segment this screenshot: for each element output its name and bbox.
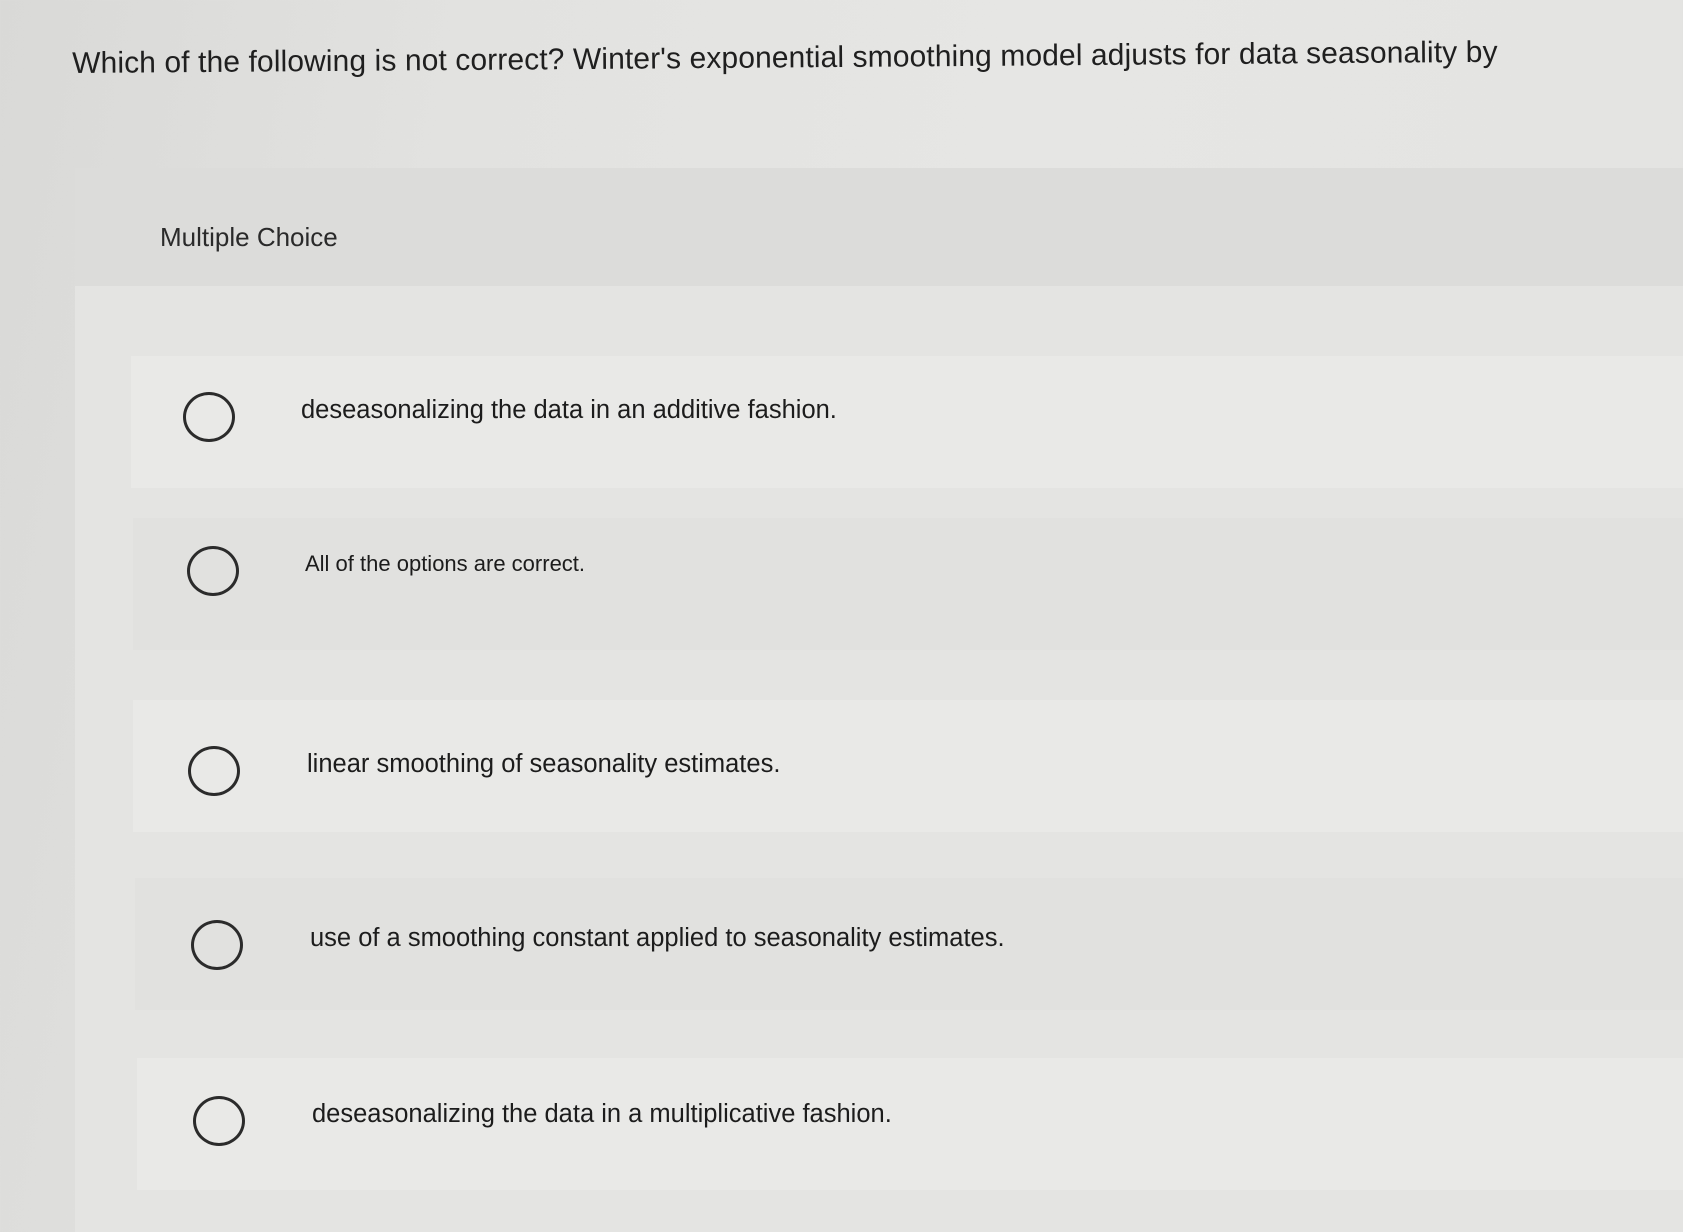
radio-button-icon[interactable]	[191, 920, 243, 970]
radio-button-icon[interactable]	[188, 746, 240, 796]
answer-option-label[interactable]: linear smoothing of seasonality estimate…	[307, 750, 780, 779]
radio-button-icon[interactable]	[183, 392, 235, 442]
radio-button-icon[interactable]	[193, 1096, 245, 1146]
answer-option-4[interactable]: use of a smoothing constant applied to s…	[135, 878, 1683, 1010]
answer-option-label[interactable]: deseasonalizing the data in a multiplica…	[312, 1100, 892, 1129]
multiple-choice-header: Multiple Choice	[75, 168, 1683, 286]
answer-option-label[interactable]: use of a smoothing constant applied to s…	[310, 924, 1005, 953]
question-text: Which of the following is not correct? W…	[72, 35, 1498, 80]
multiple-choice-label: Multiple Choice	[160, 222, 338, 252]
answer-option-label[interactable]: deseasonalizing the data in an additive …	[301, 396, 837, 425]
answer-option-1[interactable]: deseasonalizing the data in an additive …	[131, 356, 1683, 488]
radio-button-icon[interactable]	[187, 546, 239, 596]
answer-option-2[interactable]: All of the options are correct.	[133, 518, 1683, 650]
answer-option-label[interactable]: All of the options are correct.	[305, 551, 585, 577]
answer-option-3[interactable]: linear smoothing of seasonality estimate…	[133, 700, 1683, 832]
answer-option-5[interactable]: deseasonalizing the data in a multiplica…	[137, 1058, 1683, 1190]
multiple-choice-panel: Multiple Choice deseasonalizing the data…	[75, 168, 1683, 1232]
